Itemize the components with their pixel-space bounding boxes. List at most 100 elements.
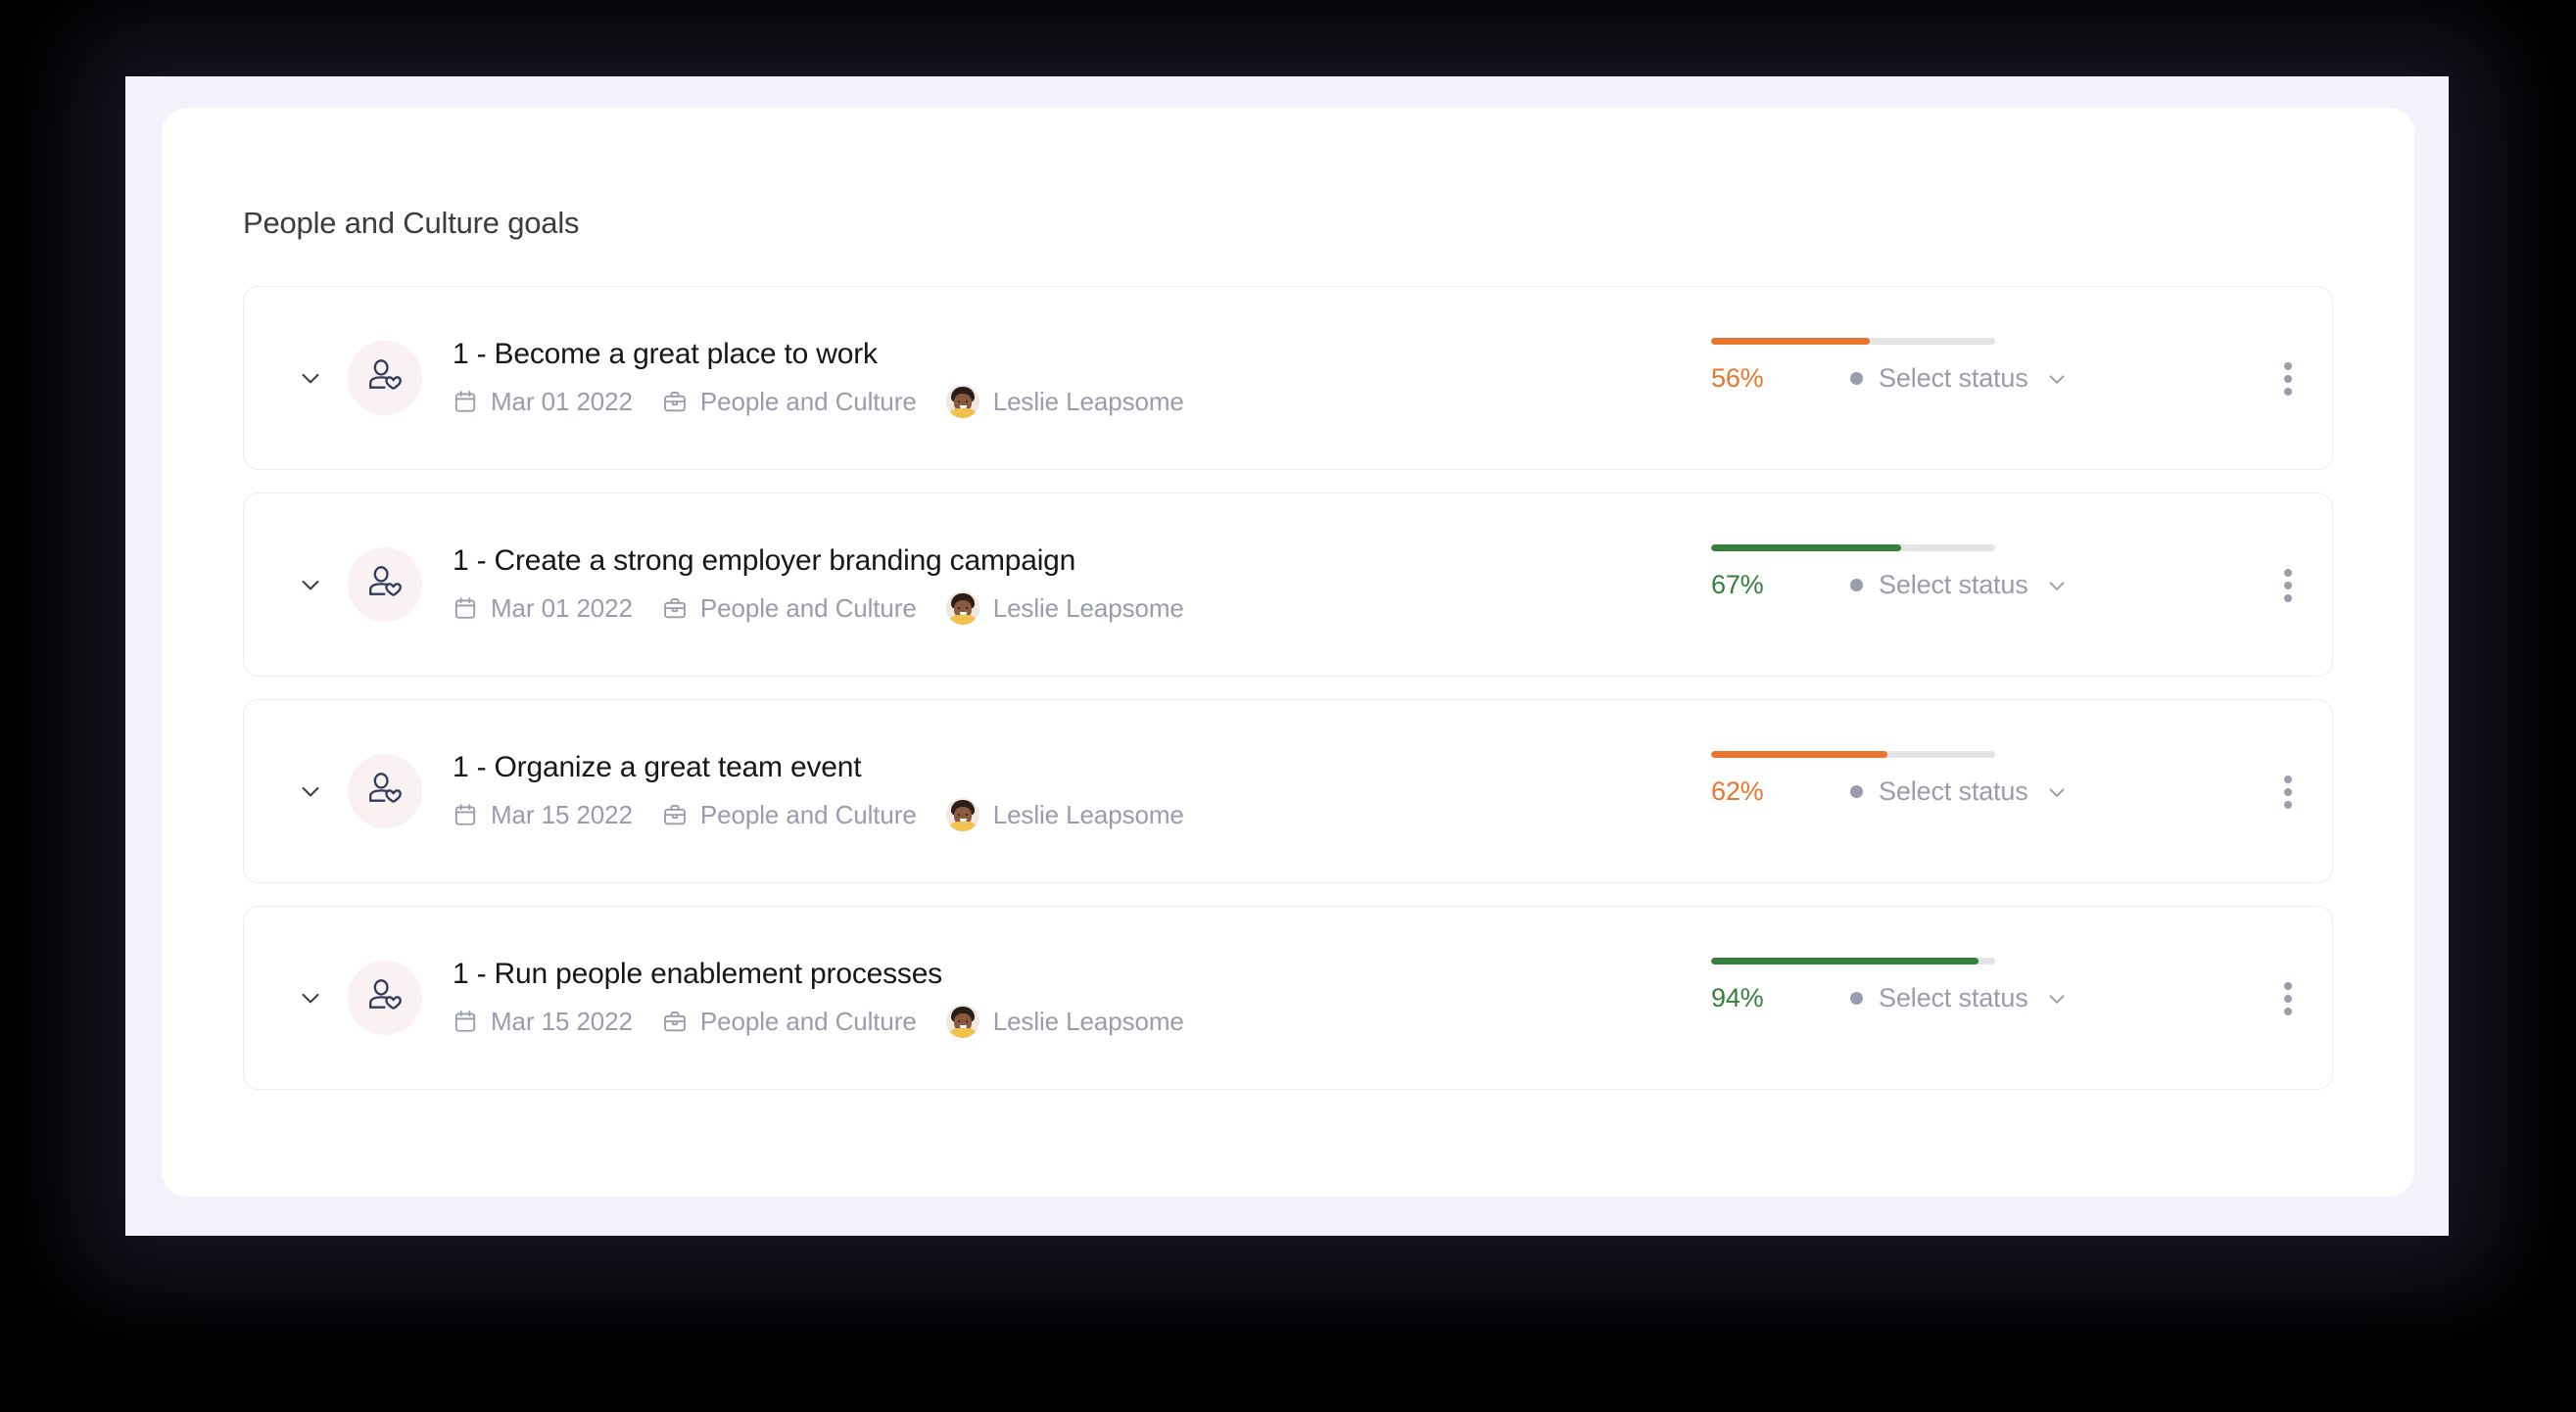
goal-owner: Leslie Leapsome [945,591,1184,625]
goal-owner-name: Leslie Leapsome [992,1006,1184,1036]
progress-bar [1711,338,1995,345]
page-surface: People and Culture goals 1 - Become a gr… [125,76,2449,1236]
person-heart-icon [365,976,405,1020]
status-select-label: Select status [1879,570,2028,599]
progress-percent: 67% [1711,570,1764,599]
expand-toggle[interactable] [291,565,330,604]
person-heart-icon [365,770,405,814]
progress-bar [1711,958,1995,965]
goal-team: People and Culture [662,387,917,417]
page-title: People and Culture goals [243,206,580,240]
goal-right: 62% Select status [1686,700,2332,882]
goal-main: 1 - Become a great place to work Mar 01 … [453,287,1686,469]
chevron-down-icon [2044,573,2070,598]
goal-team-text: People and Culture [699,1006,917,1036]
more-vertical-icon[interactable] [2271,773,2305,812]
progress-bar-fill [1711,751,1887,758]
progress-percent: 62% [1711,777,1764,806]
goal-card-1[interactable]: 1 - Become a great place to work Mar 01 … [243,286,2333,470]
expand-toggle[interactable] [291,358,330,398]
goal-right: 56% Select status [1686,287,2332,469]
calendar-icon [453,802,478,827]
goal-team: People and Culture [662,1007,917,1037]
goal-date: Mar 15 2022 [453,1007,633,1037]
goal-team-text: People and Culture [699,799,917,829]
goal-card-4[interactable]: 1 - Run people enablement processes Mar … [243,906,2333,1090]
chevron-down-icon [2044,779,2070,805]
goal-type-badge [348,547,422,622]
status-select[interactable]: Select status [1850,983,2070,1013]
status-dot-icon [1850,579,1863,591]
goal-card-3[interactable]: 1 - Organize a great team event Mar 15 2… [243,699,2333,883]
person-heart-icon [365,563,405,607]
calendar-icon [453,1009,478,1034]
goal-owner-name: Leslie Leapsome [992,592,1184,623]
briefcase-icon [662,1009,688,1034]
goal-owner: Leslie Leapsome [945,385,1184,418]
goal-date-text: Mar 01 2022 [491,386,633,416]
goal-owner: Leslie Leapsome [945,798,1184,831]
chevron-down-icon [2044,366,2070,392]
goal-list: 1 - Become a great place to work Mar 01 … [243,286,2333,1090]
goal-meta: Mar 15 2022 People and Culture Leslie Le… [453,1005,1686,1038]
progress-bar-fill [1711,338,1871,345]
goal-owner-name: Leslie Leapsome [992,386,1184,416]
goal-title[interactable]: 1 - Organize a great team event [453,751,1686,784]
status-dot-icon [1850,785,1863,798]
goal-main: 1 - Organize a great team event Mar 15 2… [453,700,1686,882]
expand-toggle[interactable] [291,772,330,811]
progress-bar [1711,751,1995,758]
goals-panel: People and Culture goals 1 - Become a gr… [162,108,2414,1197]
goal-card-2[interactable]: 1 - Create a strong employer branding ca… [243,493,2333,677]
person-heart-icon [365,356,405,400]
calendar-icon [453,389,478,414]
calendar-icon [453,595,478,621]
status-select-label: Select status [1879,777,2028,806]
goal-owner-name: Leslie Leapsome [992,799,1184,829]
chevron-down-icon [296,363,325,393]
more-vertical-icon[interactable] [2271,566,2305,605]
status-dot-icon [1850,992,1863,1005]
status-dot-icon [1850,372,1863,385]
goal-right: 94% Select status [1686,907,2332,1089]
briefcase-icon [662,595,688,621]
goal-date: Mar 15 2022 [453,800,633,830]
status-select-label: Select status [1879,363,2028,393]
goal-owner: Leslie Leapsome [945,1005,1184,1038]
goal-title[interactable]: 1 - Create a strong employer branding ca… [453,544,1686,578]
progress-bar-fill [1711,958,1979,965]
goal-team: People and Culture [662,800,917,830]
goal-date-text: Mar 01 2022 [491,592,633,623]
more-vertical-icon[interactable] [2271,979,2305,1018]
expand-toggle[interactable] [291,978,330,1017]
goal-meta: Mar 01 2022 People and Culture Leslie Le… [453,385,1686,418]
goal-title[interactable]: 1 - Become a great place to work [453,338,1686,371]
progress-percent: 94% [1711,983,1764,1012]
goal-meta: Mar 15 2022 People and Culture Leslie Le… [453,798,1686,831]
avatar [945,1005,979,1038]
goal-team-text: People and Culture [699,592,917,623]
goal-meta: Mar 01 2022 People and Culture Leslie Le… [453,591,1686,625]
goal-title[interactable]: 1 - Run people enablement processes [453,958,1686,991]
goal-date-text: Mar 15 2022 [491,1006,633,1036]
status-select[interactable]: Select status [1850,570,2070,600]
more-vertical-icon[interactable] [2271,359,2305,399]
chevron-down-icon [296,570,325,599]
goal-type-badge [348,961,422,1035]
status-select[interactable]: Select status [1850,363,2070,394]
chevron-down-icon [2044,986,2070,1012]
goal-type-badge [348,754,422,828]
goal-date-text: Mar 15 2022 [491,799,633,829]
chevron-down-icon [296,777,325,806]
goal-main: 1 - Run people enablement processes Mar … [453,907,1686,1089]
goal-date: Mar 01 2022 [453,593,633,624]
briefcase-icon [662,802,688,827]
status-select[interactable]: Select status [1850,777,2070,807]
progress-bar [1711,544,1995,551]
avatar [945,591,979,625]
screen-root: People and Culture goals 1 - Become a gr… [0,0,2576,1412]
goal-date: Mar 01 2022 [453,387,633,417]
goal-type-badge [348,341,422,415]
status-select-label: Select status [1879,983,2028,1012]
progress-bar-fill [1711,544,1902,551]
